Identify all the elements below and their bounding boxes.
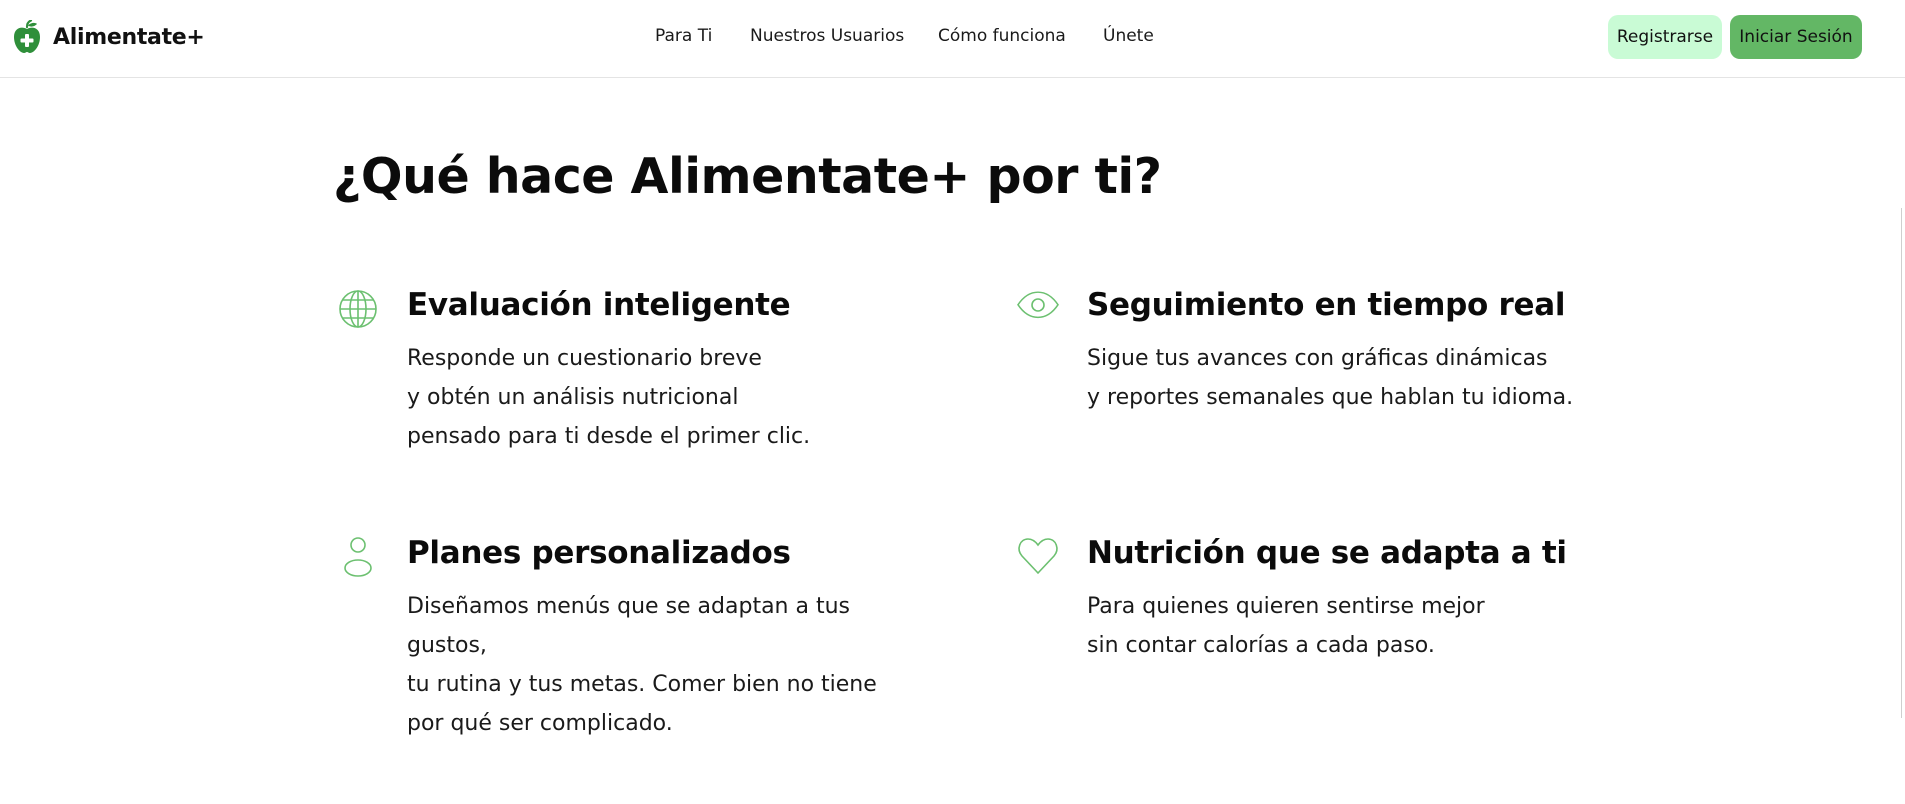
login-button[interactable]: Iniciar Sesión bbox=[1730, 15, 1862, 59]
feature-title: Nutrición que se adapta a ti bbox=[1087, 535, 1567, 571]
feature-description: Diseñamos menús que se adaptan a tus gus… bbox=[407, 587, 877, 743]
feature-line: y obtén un análisis nutricional bbox=[407, 385, 739, 410]
feature-description: Sigue tus avances con gráficas dinámicas… bbox=[1087, 339, 1573, 417]
scroll-track-edge bbox=[1901, 208, 1902, 718]
eye-icon bbox=[1016, 287, 1060, 331]
nav-link-para-ti[interactable]: Para Ti bbox=[655, 26, 712, 46]
nav-link-nuestros-usuarios[interactable]: Nuestros Usuarios bbox=[750, 26, 904, 46]
nav-link-unete[interactable]: Únete bbox=[1103, 26, 1154, 46]
feature-line: gustos, bbox=[407, 633, 487, 658]
globe-icon bbox=[336, 287, 380, 331]
feature-description: Para quienes quieren sentirse mejor sin … bbox=[1087, 587, 1485, 665]
section-title: ¿Qué hace Alimentate+ por ti? bbox=[333, 148, 1162, 205]
feature-line: y reportes semanales que hablan tu idiom… bbox=[1087, 385, 1574, 410]
register-button[interactable]: Registrarse bbox=[1608, 15, 1722, 59]
feature-title: Evaluación inteligente bbox=[407, 287, 791, 323]
feature-line: Responde un cuestionario breve bbox=[407, 346, 762, 371]
feature-line: Sigue tus avances con gráficas dinámicas bbox=[1087, 346, 1548, 371]
top-navbar: Alimentate+ Para Ti Nuestros Usuarios Có… bbox=[0, 0, 1905, 78]
feature-line: por qué ser complicado. bbox=[407, 711, 673, 736]
feature-title: Seguimiento en tiempo real bbox=[1087, 287, 1566, 323]
feature-line: tu rutina y tus metas. Comer bien no tie… bbox=[407, 672, 877, 697]
feature-title: Planes personalizados bbox=[407, 535, 791, 571]
nav-link-como-funciona[interactable]: Cómo funciona bbox=[938, 26, 1066, 46]
feature-description: Responde un cuestionario breve y obtén u… bbox=[407, 339, 810, 456]
heart-icon bbox=[1016, 535, 1060, 579]
feature-line: Para quienes quieren sentirse mejor bbox=[1087, 594, 1485, 619]
feature-line: sin contar calorías a cada paso. bbox=[1087, 633, 1435, 658]
feature-line: pensado para ti desde el primer clic. bbox=[407, 424, 811, 449]
feature-line: Diseñamos menús que se adaptan a tus bbox=[407, 594, 850, 619]
user-icon bbox=[336, 535, 380, 579]
